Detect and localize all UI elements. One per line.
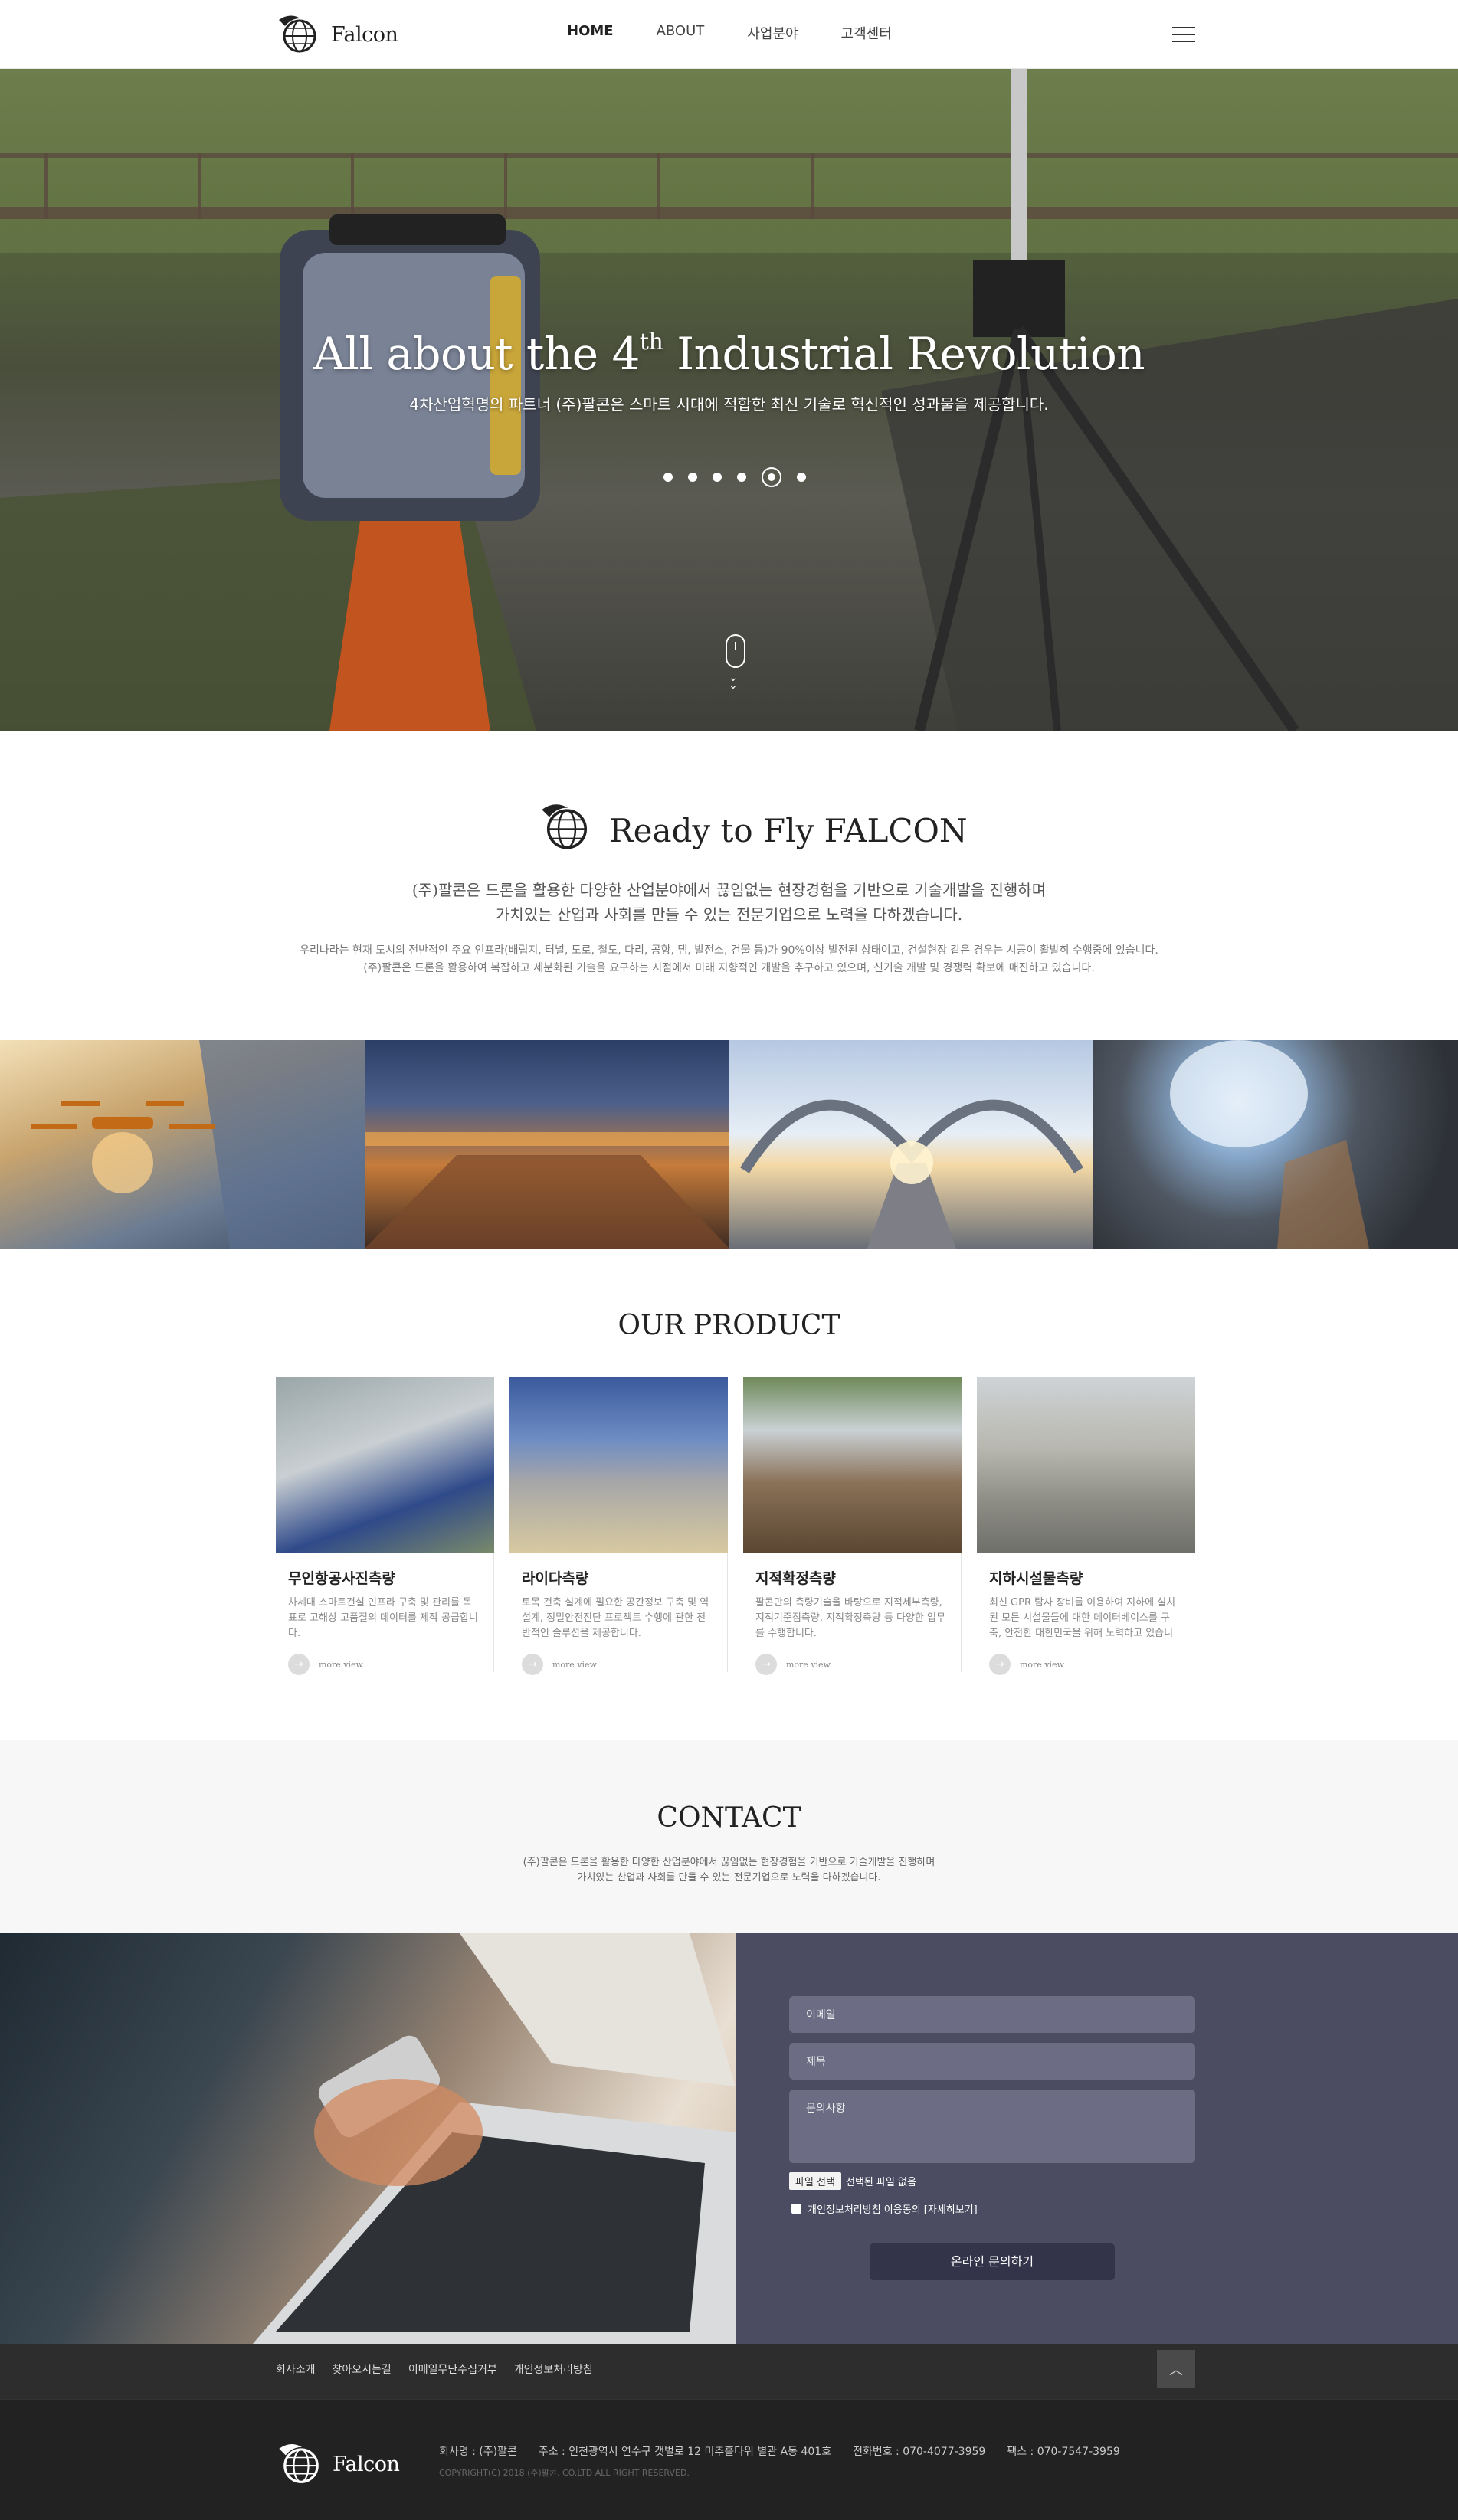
hero-title: All about the 4th Industrial Revolution xyxy=(313,328,1145,380)
railway-shape xyxy=(364,1132,729,1249)
footer-logo-text: Falcon xyxy=(333,2452,400,2476)
chevron-up-icon[interactable]: ︿ xyxy=(1157,2350,1195,2388)
hero-subtitle: 4차산업혁명의 파트너 (주)팔콘은 스마트 시대에 적합한 최신 기술로 혁신… xyxy=(409,395,1049,414)
product-description: 토목 건축 설계에 필요한 공간정보 구축 및 역설계, 정밀안전진단 프로젝트… xyxy=(522,1597,709,1639)
nav-home[interactable]: HOME xyxy=(567,23,614,43)
slider-dot-4[interactable] xyxy=(737,473,746,482)
footer-logo[interactable]: Falcon xyxy=(274,2437,400,2491)
main-nav: HOME ABOUT 사업분야 고객센터 xyxy=(567,23,935,43)
drone-icon xyxy=(31,1040,365,1249)
footer-links-bar xyxy=(0,2344,1458,2399)
logo-text: Falcon xyxy=(331,22,398,47)
nav-customer-center[interactable]: 고객센터 xyxy=(841,23,892,43)
product-title: 라이다측량 xyxy=(522,1570,589,1587)
laptop-shape xyxy=(253,1933,736,2344)
footer-link-privacy[interactable]: 개인정보처리방침 xyxy=(514,2361,593,2377)
tower-shape xyxy=(1170,1040,1370,1249)
slider-dot-1[interactable] xyxy=(663,473,673,482)
laptop-phone-image xyxy=(0,1933,736,2344)
footer-link-about[interactable]: 회사소개 xyxy=(276,2361,316,2377)
product-description: 팔콘만의 측량기술을 바탕으로 지적세부측량, 지적기준점측량, 지적확정측량 … xyxy=(755,1597,945,1639)
submit-inquiry-button[interactable]: 온라인 문의하기 xyxy=(870,2243,1115,2280)
logo[interactable]: Falcon xyxy=(274,9,398,60)
industry-image-strip xyxy=(0,1040,1458,1249)
privacy-agree: 개인정보처리방침 이용동의 [자세히보기] xyxy=(791,2201,978,2216)
slider-dot-2[interactable] xyxy=(688,473,697,482)
arrow-right-icon: → xyxy=(989,1654,1011,1675)
product-card[interactable]: 지하시설물측량 최신 GPR 탐사 장비를 이용하여 지하에 설치된 모든 시설… xyxy=(977,1377,1195,1675)
product-title: 지적확정측량 xyxy=(755,1570,836,1587)
product-card[interactable]: 무인항공사진측량 차세대 스마트건설 인프라 구축 및 관리를 목표로 고해상 … xyxy=(276,1377,494,1675)
footer xyxy=(0,2399,1458,2520)
file-upload: 파일 선택 선택된 파일 없음 xyxy=(789,2172,916,2190)
product-title: 무인항공사진측량 xyxy=(288,1570,395,1587)
falcon-globe-icon xyxy=(542,804,588,849)
bridge-shape xyxy=(739,1099,1083,1249)
arrow-right-icon: → xyxy=(288,1654,310,1675)
privacy-agree-label[interactable]: 개인정보처리방침 이용동의 [자세히보기] xyxy=(808,2201,978,2216)
falcon-globe-icon xyxy=(279,15,316,53)
subject-field[interactable] xyxy=(789,2043,1195,2080)
intro-lead-1: (주)팔콘은 드론을 활용한 다양한 산업분야에서 끊임없는 현장경험을 기반으… xyxy=(411,881,1047,899)
company-phone: 전화번호 : 070-4077-3959 xyxy=(853,2446,986,2458)
cooling-tower-image xyxy=(1093,1040,1458,1249)
footer-link-email-policy[interactable]: 이메일무단수집거부 xyxy=(408,2361,497,2377)
intro-title: Ready to Fly FALCON xyxy=(609,812,968,849)
slider-dot-5[interactable] xyxy=(762,467,781,487)
product-image-underground xyxy=(977,1377,1195,1553)
product-card[interactable]: 라이다측량 토목 건축 설계에 필요한 공간정보 구축 및 역설계, 정밀안전진… xyxy=(509,1377,728,1675)
intro-logo xyxy=(536,797,598,861)
product-image-aerial xyxy=(276,1377,494,1553)
falcon-globe-icon xyxy=(279,2443,319,2483)
product-description: 차세대 스마트건설 인프라 구축 및 관리를 목표로 고해상 고품질의 데이터를… xyxy=(288,1597,478,1639)
more-view-link[interactable]: → more view xyxy=(989,1654,1195,1675)
slider-dot-3[interactable] xyxy=(713,473,722,482)
company-name: 회사명 : (주)팔콘 xyxy=(439,2446,517,2458)
scroll-down-icon: ⌄ ⌄ xyxy=(729,672,738,692)
copyright: COPYRIGHT(C) 2018 (주)팔콘. CO.LTD ALL RIGH… xyxy=(439,2468,690,2478)
company-info: 회사명 : (주)팔콘 주소 : 인천광역시 연수구 갯벌로 12 미추홀타워 … xyxy=(439,2443,1120,2459)
hero-slider: All about the 4th Industrial Revolution … xyxy=(0,69,1458,731)
bridge-image xyxy=(729,1040,1094,1249)
intro-body-2: (주)팔콘은 드론을 활용하여 복잡하고 세분화된 기술을 요구하는 시점에서 … xyxy=(363,962,1095,974)
slider-pagination xyxy=(663,467,806,487)
contact-description-1: (주)팔콘은 드론을 활용한 다양한 산업분야에서 끊임없는 현장경험을 기반으… xyxy=(523,1857,935,1868)
nav-about[interactable]: ABOUT xyxy=(657,23,705,43)
hamburger-menu-icon[interactable] xyxy=(1172,27,1195,42)
nav-business[interactable]: 사업분야 xyxy=(747,23,798,43)
more-view-link[interactable]: → more view xyxy=(288,1654,493,1675)
file-status: 선택된 파일 없음 xyxy=(845,2177,916,2188)
products-title: OUR PRODUCT xyxy=(618,1310,840,1341)
more-view-link[interactable]: → more view xyxy=(522,1654,727,1675)
product-title: 지하시설물측량 xyxy=(989,1570,1083,1587)
railway-yard-image xyxy=(364,1040,729,1249)
email-field[interactable] xyxy=(789,1996,1195,2033)
product-image-cadastral xyxy=(743,1377,962,1553)
drone-building-image xyxy=(0,1040,365,1249)
file-select-button[interactable]: 파일 선택 xyxy=(789,2172,841,2190)
slider-dot-6[interactable] xyxy=(797,473,806,482)
company-address: 주소 : 인천광역시 연수구 갯벌로 12 미추홀타워 별관 A동 401호 xyxy=(538,2446,832,2458)
more-view-link[interactable]: → more view xyxy=(755,1654,961,1675)
contact-title: CONTACT xyxy=(657,1802,801,1834)
scroll-mouse-icon[interactable] xyxy=(726,634,745,668)
footer-links: 회사소개 찾아오시는길 이메일무단수집거부 개인정보처리방침 xyxy=(276,2361,593,2377)
footer-link-directions[interactable]: 찾아오시는길 xyxy=(333,2361,392,2377)
contact-description-2: 가치있는 산업과 사회를 만들 수 있는 전문기업으로 노력을 다하겠습니다. xyxy=(577,1872,881,1883)
product-list: 무인항공사진측량 차세대 스마트건설 인프라 구축 및 관리를 목표로 고해상 … xyxy=(276,1377,1195,1675)
arrow-right-icon: → xyxy=(522,1654,543,1675)
header: Falcon HOME ABOUT 사업분야 고객센터 xyxy=(0,0,1458,69)
company-fax: 팩스 : 070-7547-3959 xyxy=(1007,2446,1120,2458)
privacy-checkbox[interactable] xyxy=(791,2204,801,2214)
arrow-right-icon: → xyxy=(755,1654,777,1675)
intro-lead-2: 가치있는 산업과 사회를 만들 수 있는 전문기업으로 노력을 다하겠습니다. xyxy=(495,905,963,924)
product-card[interactable]: 지적확정측량 팔콘만의 측량기술을 바탕으로 지적세부측량, 지적기준점측량, … xyxy=(743,1377,962,1675)
product-image-lidar xyxy=(509,1377,728,1553)
message-field[interactable] xyxy=(789,2090,1195,2163)
contact-header-band xyxy=(0,1740,1458,1933)
product-description: 최신 GPR 탐사 장비를 이용하여 지하에 설치된 모든 시설물들에 대한 데… xyxy=(989,1597,1176,1639)
intro-body-1: 우리나라는 현재 도시의 전반적인 주요 인프라(배립지, 터널, 도로, 철도… xyxy=(300,944,1158,957)
